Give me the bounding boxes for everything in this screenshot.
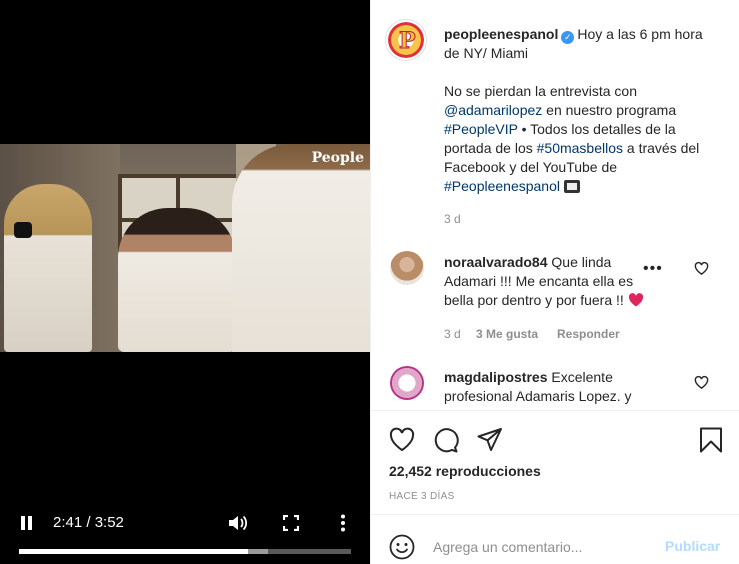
post-actions: 22,452 reproducciones HACE 3 DÍAS (371, 410, 739, 514)
video-scene-person-right (232, 144, 370, 352)
comment-like-heart-icon[interactable] (694, 375, 709, 390)
verified-badge-icon: ✓ (561, 31, 575, 44)
mention-link[interactable]: @adamarilopez (444, 102, 542, 118)
video-scene-person-left (4, 184, 92, 352)
hashtag-link[interactable]: #50masbellos (537, 140, 623, 156)
post-panel: P peopleenespanol ✓ Hoy a las 6 pm hora de… (370, 0, 739, 564)
comment-bubble-icon[interactable] (433, 427, 459, 453)
comment-time-ago[interactable]: 3 d (444, 325, 461, 344)
post-date[interactable]: HACE 3 DÍAS (389, 491, 455, 502)
pause-icon[interactable] (20, 516, 34, 530)
views-count[interactable]: 22,452 reproducciones (389, 463, 541, 479)
comment-form: Publicar (371, 514, 739, 564)
fullscreen-icon[interactable] (282, 514, 300, 532)
red-heart-emoji-icon (628, 293, 643, 307)
video-player[interactable]: People 2:41 / 3:52 (0, 0, 370, 564)
like-heart-icon[interactable] (389, 427, 415, 453)
comment-avatar[interactable] (390, 251, 424, 285)
video-scene-mask (14, 222, 32, 238)
video-progress-bar[interactable] (19, 549, 351, 554)
comment-like-heart-icon[interactable] (694, 261, 709, 276)
emoji-smiley-icon[interactable] (389, 534, 415, 560)
comment-reply-button[interactable]: Responder (557, 325, 620, 344)
comment-more-options-icon[interactable]: ••• (643, 260, 663, 278)
comment-avatar[interactable] (390, 366, 424, 400)
video-controls: 2:41 / 3:52 (0, 504, 370, 544)
tv-emoji-icon (563, 180, 580, 193)
save-bookmark-icon[interactable] (698, 427, 724, 453)
comments-scroll-area[interactable]: P peopleenespanol ✓ Hoy a las 6 pm hora de… (371, 0, 739, 410)
comment-input[interactable] (433, 537, 653, 557)
post-caption: peopleenespanol ✓ Hoy a las 6 pm hora de N… (444, 25, 712, 196)
comment-body: magdalipostres Excelente profesional Ada… (444, 368, 654, 406)
publish-button[interactable]: Publicar (665, 538, 720, 554)
views-label: reproducciones (435, 463, 541, 479)
comment-username[interactable]: magdalipostres (444, 369, 547, 385)
comment-likes-count[interactable]: 3 Me gusta (476, 325, 538, 344)
comment-body: noraalvarado84 Que linda Adamari !!! Me … (444, 253, 654, 310)
caption-text: en nuestro programa (542, 102, 677, 118)
more-vertical-icon[interactable] (340, 514, 346, 532)
views-number: 22,452 (389, 463, 432, 479)
video-scene-person-center (118, 208, 236, 352)
volume-icon[interactable] (228, 514, 248, 532)
caption-text: No se pierdan la entrevista con (444, 83, 637, 99)
share-paper-plane-icon[interactable] (477, 427, 503, 453)
video-brand-logo: People (311, 150, 364, 166)
comment-username[interactable]: noraalvarado84 (444, 254, 548, 270)
video-time: 2:41 / 3:52 (53, 514, 124, 531)
hashtag-link[interactable]: #PeopleVIP (444, 121, 518, 137)
hashtag-link[interactable]: #Peopleenespanol (444, 178, 560, 194)
post-author-avatar[interactable]: P (386, 20, 426, 60)
video-progress-fill (19, 549, 249, 554)
post-time-ago[interactable]: 3 d (444, 210, 461, 229)
video-frame[interactable]: People (0, 144, 370, 352)
post-author-username[interactable]: peopleenespanol (444, 26, 558, 42)
